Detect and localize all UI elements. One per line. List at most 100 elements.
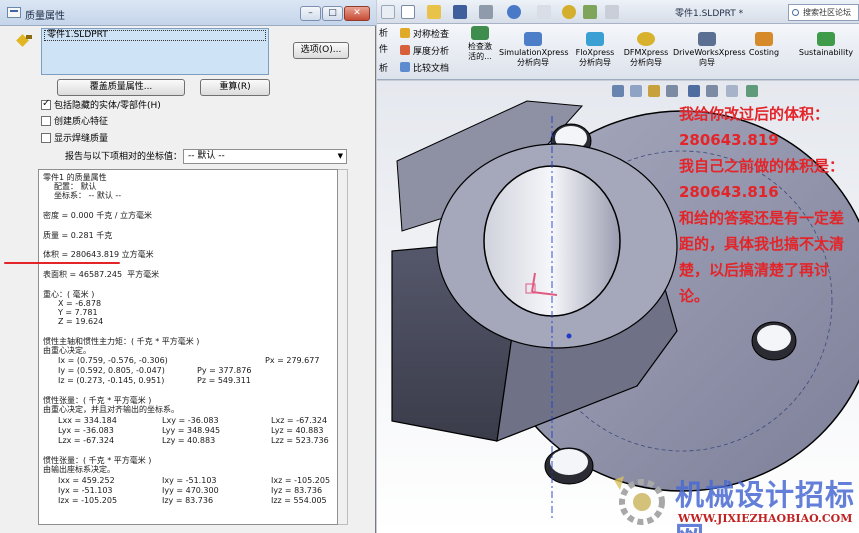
tensor1-cell: Lyx = -36.083 [58, 426, 114, 435]
annotation-line: 我给你改过后的体积： [679, 105, 830, 123]
ribbon-partial-label[interactable]: 析 [379, 64, 388, 75]
open-folder-icon[interactable] [427, 5, 441, 19]
annotation-line: 论。 [679, 287, 710, 305]
annotation-line: 280643.819 [679, 131, 779, 149]
search-icon [792, 9, 799, 16]
tensor2-cell: Ixy = -51.103 [162, 476, 217, 485]
dfmxpress-label: DFMXpress 分析向导 [623, 48, 669, 67]
report-surface-area: 表面积 = 46587.245 平方毫米 [43, 270, 160, 279]
thickness-analysis-button[interactable]: 厚度分析 [400, 45, 449, 58]
save-icon[interactable] [453, 5, 467, 19]
mass-properties-report[interactable]: 零件1 的质量属性 配置： 默认 坐标系： -- 默认 -- 密度 = 0.00… [38, 169, 338, 525]
report-principal-sub: 由重心决定。 [43, 346, 91, 355]
report-scrollbar[interactable] [338, 169, 348, 525]
annotation-line: 280643.816 [679, 183, 779, 201]
sketch-icon[interactable] [381, 5, 395, 19]
tensor2-cell: Iyz = 83.736 [271, 486, 323, 495]
report-density: 密度 = 0.000 千克 / 立方毫米 [43, 211, 153, 220]
part-icon [18, 34, 32, 46]
include-hidden-row[interactable]: 包括隐藏的实体/零部件(H) [41, 98, 161, 112]
simulationxpress-label: SimulationXpress 分析向导 [499, 48, 569, 67]
report-tensor2-title: 惯性张量：( 千克 * 平方毫米 ) [43, 456, 152, 465]
symmetry-check-button[interactable]: 对称检查 [400, 28, 449, 41]
section-view-icon[interactable] [666, 85, 678, 97]
tensor1-cell: Lzx = -67.324 [58, 436, 115, 445]
floxpress-icon [586, 32, 604, 46]
tensor2-cell: Ixz = -105.205 [271, 476, 331, 485]
undo-icon[interactable] [507, 5, 521, 19]
appearance-icon[interactable] [746, 85, 758, 97]
selected-item[interactable]: 零件1.SLDPRT [44, 30, 266, 41]
tensor2-cell: Ixx = 459.252 [58, 476, 115, 485]
tensor1-cell: Lxy = -36.083 [162, 416, 219, 425]
maximize-button[interactable]: □ [322, 6, 343, 21]
rebuild-icon[interactable] [562, 5, 576, 19]
show-weld-checkbox[interactable] [41, 133, 51, 143]
include-hidden-checkbox[interactable] [41, 98, 51, 110]
check-active-icon [471, 26, 489, 40]
report-com-z: Z = 19.624 [58, 317, 104, 326]
file-properties-icon[interactable] [583, 5, 597, 19]
simulationxpress-button[interactable]: SimulationXpress 分析向导 [499, 32, 569, 68]
create-com-row[interactable]: 创建质心特征 [41, 116, 108, 128]
report-com-y: Y = 7.781 [58, 308, 98, 317]
report-heading: 零件1 的质量属性 [43, 173, 107, 182]
previous-view-icon[interactable] [648, 85, 660, 97]
tensor2-cell: Iyx = -51.103 [58, 486, 113, 495]
report-ix: Ix = (0.759, -0.576, -0.306) [58, 356, 168, 365]
coordinate-system-select[interactable]: -- 默认 -- ▼ [183, 149, 347, 164]
dfmxpress-button[interactable]: DFMXpress 分析向导 [621, 32, 671, 68]
report-py: Py = 377.876 [197, 366, 252, 375]
ribbon-partial-label[interactable]: 件 [379, 45, 388, 56]
search-input[interactable]: 搜索社区论坛 [788, 4, 859, 21]
sustainability-label: Sustainability [798, 48, 854, 57]
tensor1-cell: Lzz = 523.736 [271, 436, 329, 445]
minimize-button[interactable]: – [300, 6, 321, 21]
dialog-title: 质量属性 [25, 11, 65, 22]
report-com-title: 重心：( 毫米 ) [43, 290, 95, 299]
selected-items-list[interactable]: 零件1.SLDPRT [41, 28, 269, 75]
sustainability-icon [817, 32, 835, 46]
recalculate-button[interactable]: 重算(R) [200, 79, 270, 96]
tensor2-cell: Izx = -105.205 [58, 496, 118, 505]
show-weld-row[interactable]: 显示焊缝质量 [41, 133, 108, 145]
compare-documents-button[interactable]: 比较文档 [400, 62, 449, 75]
report-volume: 体积 = 280643.819 立方毫米 [43, 250, 154, 259]
options-button[interactable]: 选项(O)... [293, 42, 349, 59]
new-document-icon[interactable] [401, 5, 415, 19]
override-mass-properties-button[interactable]: 覆盖质量属性... [57, 79, 185, 96]
report-mass: 质量 = 0.281 千克 [43, 231, 113, 240]
report-pz: Pz = 549.311 [197, 376, 251, 385]
zoom-area-icon[interactable] [630, 85, 642, 97]
options-gear-icon[interactable] [605, 5, 619, 19]
display-style-icon[interactable] [706, 85, 718, 97]
hide-show-icon[interactable] [726, 85, 738, 97]
include-hidden-label: 包括隐藏的实体/零部件(H) [54, 101, 161, 111]
close-button[interactable]: ✕ [344, 6, 370, 21]
report-config: 配置： 默认 [54, 182, 97, 191]
zoom-to-fit-icon[interactable] [612, 85, 624, 97]
check-active-label: 检查激活的... [468, 42, 492, 61]
annotation-line: 和给的答案还是有一定差 [679, 209, 845, 227]
sustainability-button[interactable]: Sustainability [795, 32, 857, 58]
create-com-checkbox[interactable] [41, 116, 51, 126]
driveworksxpress-button[interactable]: DriveWorksXpress 向导 [673, 32, 746, 68]
symmetry-check-label: 对称检查 [413, 30, 450, 40]
watermark-gear-logo [614, 476, 665, 525]
create-com-label: 创建质心特征 [54, 117, 109, 127]
chevron-down-icon: ▼ [337, 152, 343, 160]
dialog-titlebar[interactable]: 质量属性 – □ ✕ [0, 0, 376, 26]
report-principal-title: 惯性主轴和惯性主力矩：( 千克 * 平方毫米 ) [43, 337, 200, 346]
tensor1-cell: Lyy = 348.945 [162, 426, 221, 435]
sw-title-toolbar [377, 0, 859, 24]
check-active-button[interactable]: 检查激活的... [465, 26, 495, 62]
report-tensor1-sub: 由重心决定，并且对齐输出的坐标系。 [43, 405, 179, 414]
simulationxpress-icon [524, 32, 542, 46]
floxpress-button[interactable]: FloXpress 分析向导 [571, 32, 619, 68]
view-orientation-icon[interactable] [688, 85, 700, 97]
costing-button[interactable]: Costing [745, 32, 783, 58]
ribbon-partial-label[interactable]: 析 [379, 29, 388, 40]
select-arrow-icon[interactable] [537, 5, 551, 19]
evaluate-ribbon: 析 件 析 对称检查 厚度分析 比较文档 检查激活的... Simulation… [377, 24, 859, 80]
print-icon[interactable] [479, 5, 493, 19]
